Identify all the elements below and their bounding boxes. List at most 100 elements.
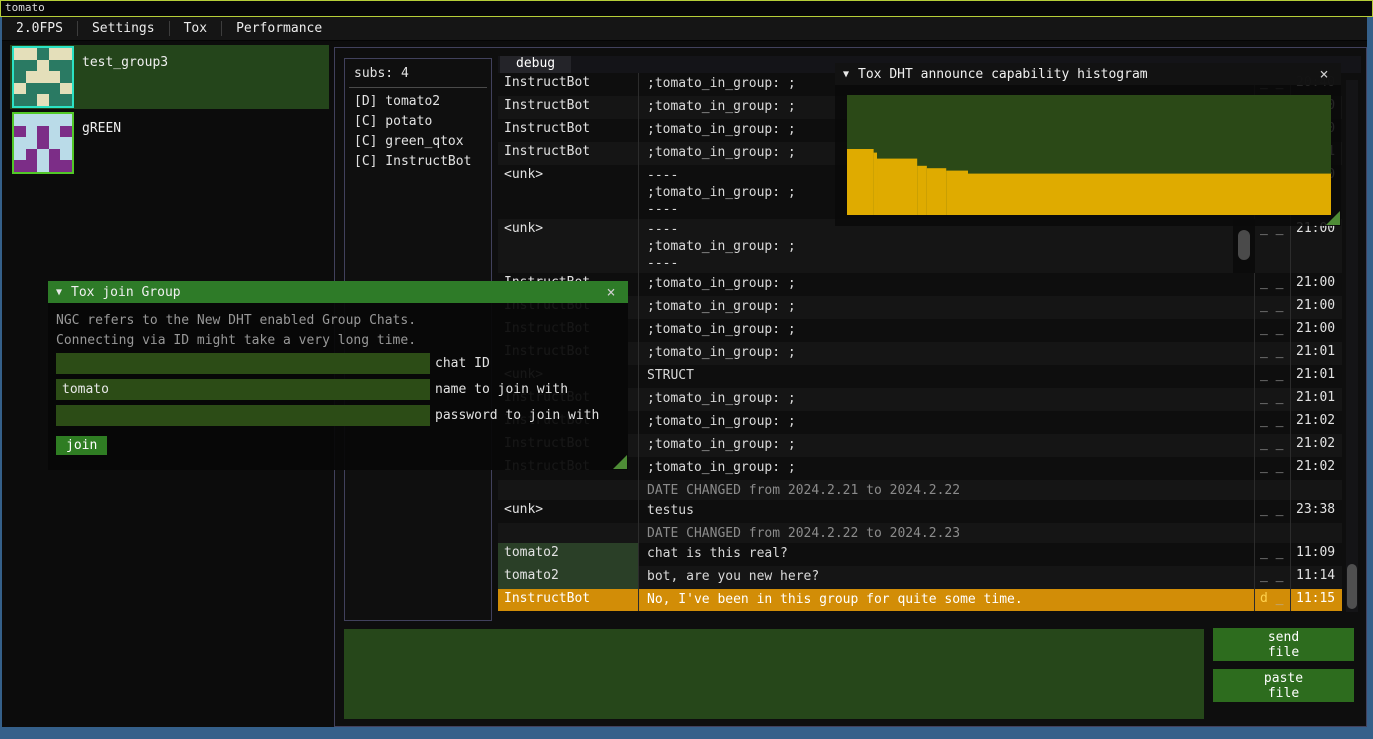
message-input[interactable] bbox=[344, 629, 1204, 719]
menu-item-tox[interactable]: Tox bbox=[170, 17, 221, 40]
message-row[interactable]: <unk>----;tomato_in_group: ;----_ _21:00 bbox=[498, 219, 1342, 273]
avatar-pixel bbox=[49, 114, 61, 126]
separator bbox=[349, 87, 487, 88]
message-row[interactable]: tomato2bot, are you new here?_ _11:14 bbox=[498, 566, 1342, 589]
delivery-status: _ _ bbox=[1255, 273, 1291, 296]
collapse-icon[interactable]: ▼ bbox=[843, 69, 849, 80]
paste-file-button[interactable]: paste file bbox=[1213, 669, 1354, 702]
timestamp: 11:09 bbox=[1291, 543, 1342, 566]
sidebar-group-gREEN[interactable]: gREEN bbox=[10, 111, 329, 175]
delivery-status: _ _ bbox=[1255, 319, 1291, 342]
fps-indicator: 2.0FPS bbox=[2, 17, 77, 40]
timestamp: 21:01 bbox=[1291, 342, 1342, 365]
menu-bar: 2.0FPS SettingsToxPerformance bbox=[2, 17, 1367, 41]
resize-grip[interactable] bbox=[613, 455, 627, 469]
join-name-input[interactable] bbox=[56, 379, 430, 400]
sidebar-group-test_group3[interactable]: test_group3 bbox=[10, 45, 329, 109]
avatar-pixel bbox=[37, 114, 49, 126]
message-text: ;tomato_in_group: ; bbox=[638, 457, 1255, 480]
delivery-status: _ _ bbox=[1255, 388, 1291, 411]
message-text: DATE CHANGED from 2024.2.21 to 2024.2.22 bbox=[638, 480, 1255, 500]
timestamp: 21:02 bbox=[1291, 457, 1342, 480]
member-list-item[interactable]: [C] InstructBot bbox=[345, 152, 491, 172]
sender-name: <unk> bbox=[498, 165, 638, 219]
dht-histogram-title: Tox DHT announce capability histogram bbox=[858, 67, 1306, 82]
dht-capability-histogram-plot bbox=[847, 95, 1331, 215]
collapse-icon[interactable]: ▼ bbox=[56, 287, 62, 298]
sender-name: InstructBot bbox=[498, 589, 638, 611]
avatar-pixel bbox=[60, 126, 72, 138]
group-name-label: test_group3 bbox=[82, 55, 168, 70]
join-description-line2: Connecting via ID might take a very long… bbox=[56, 331, 620, 351]
join-group-titlebar[interactable]: ▼ Tox join Group × bbox=[48, 281, 628, 303]
join-description-line1: NGC refers to the New DHT enabled Group … bbox=[56, 311, 620, 331]
sender-name: InstructBot bbox=[498, 119, 638, 142]
member-list-item[interactable]: [C] potato bbox=[345, 112, 491, 132]
date-separator-row: DATE CHANGED from 2024.2.21 to 2024.2.22 bbox=[498, 480, 1342, 500]
avatar-pixel bbox=[49, 48, 61, 60]
avatar-pixel bbox=[37, 60, 49, 72]
avatar-pixel bbox=[26, 137, 38, 149]
avatar-pixel bbox=[14, 48, 26, 60]
avatar-pixel bbox=[26, 94, 38, 106]
delivery-status bbox=[1255, 480, 1291, 500]
menu-item-performance[interactable]: Performance bbox=[222, 17, 336, 40]
avatar-pixel bbox=[49, 160, 61, 172]
avatar-pixel bbox=[14, 126, 26, 138]
inner-scrollbar-thumb[interactable] bbox=[1238, 230, 1250, 260]
message-row[interactable]: tomato2chat is this real?_ _11:09 bbox=[498, 543, 1342, 566]
message-row[interactable]: <unk>testus_ _23:38 bbox=[498, 500, 1342, 523]
tab-debug[interactable]: debug bbox=[500, 56, 571, 73]
avatar-pixel bbox=[14, 94, 26, 106]
avatar-pixel bbox=[60, 114, 72, 126]
message-text: ;tomato_in_group: ; bbox=[638, 411, 1255, 434]
sender-name: tomato2 bbox=[498, 566, 638, 589]
delivered-flag: d bbox=[1260, 591, 1268, 606]
menu-item-settings[interactable]: Settings bbox=[78, 17, 169, 40]
avatar-pixel bbox=[37, 94, 49, 106]
scrollbar-thumb[interactable] bbox=[1347, 564, 1357, 609]
delivery-status: _ _ bbox=[1255, 434, 1291, 457]
resize-grip[interactable] bbox=[1326, 211, 1340, 225]
message-log-scrollbar[interactable] bbox=[1346, 80, 1358, 612]
delivery-status: d _ bbox=[1255, 589, 1291, 611]
message-text: ;tomato_in_group: ; bbox=[638, 273, 1255, 296]
timestamp bbox=[1291, 523, 1342, 543]
close-icon[interactable]: × bbox=[1315, 65, 1333, 83]
os-window-titlebar[interactable]: tomato bbox=[0, 0, 1373, 17]
message-text: bot, are you new here? bbox=[638, 566, 1255, 589]
close-icon[interactable]: × bbox=[602, 283, 620, 301]
timestamp: 21:01 bbox=[1291, 388, 1342, 411]
histogram-bar bbox=[847, 149, 874, 215]
sender-name: <unk> bbox=[498, 219, 638, 273]
timestamp: 21:00 bbox=[1291, 319, 1342, 342]
dht-histogram-titlebar[interactable]: ▼ Tox DHT announce capability histogram … bbox=[835, 63, 1341, 85]
join-name-label: name to join with bbox=[435, 382, 568, 397]
window-frame-bottom bbox=[0, 727, 1373, 739]
sender-name: InstructBot bbox=[498, 142, 638, 165]
message-row[interactable]: InstructBotNo, I've been in this group f… bbox=[498, 589, 1342, 611]
chat-id-input[interactable] bbox=[56, 353, 430, 374]
histogram-bar bbox=[874, 153, 877, 215]
avatar-pixel bbox=[37, 71, 49, 83]
avatar-pixel bbox=[49, 94, 61, 106]
avatar-pixel bbox=[26, 126, 38, 138]
timestamp bbox=[1291, 480, 1342, 500]
group-avatar bbox=[12, 112, 74, 174]
avatar-pixel bbox=[60, 60, 72, 72]
avatar-pixel bbox=[14, 60, 26, 72]
send-file-button[interactable]: send file bbox=[1213, 628, 1354, 661]
join-password-input[interactable] bbox=[56, 405, 430, 426]
histogram-bar bbox=[927, 168, 946, 215]
avatar-pixel bbox=[49, 83, 61, 95]
member-list-item[interactable]: [C] green_qtox bbox=[345, 132, 491, 152]
avatar-pixel bbox=[60, 137, 72, 149]
join-button[interactable]: join bbox=[56, 436, 107, 455]
message-text: chat is this real? bbox=[638, 543, 1255, 566]
message-text: ;tomato_in_group: ; bbox=[638, 342, 1255, 365]
member-list-item[interactable]: [D] tomato2 bbox=[345, 92, 491, 112]
histogram-bar bbox=[946, 171, 968, 215]
delivery-status: _ _ bbox=[1255, 365, 1291, 388]
delivery-status: _ _ bbox=[1255, 543, 1291, 566]
avatar-pixel bbox=[60, 149, 72, 161]
